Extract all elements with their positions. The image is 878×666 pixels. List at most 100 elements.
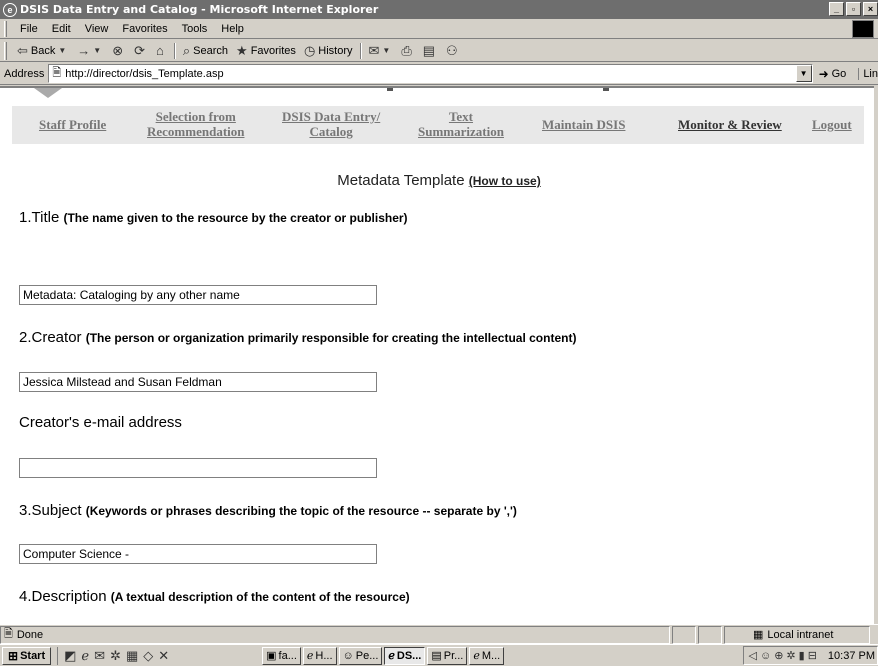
system-tray: ◁ ☺ ⊕ ✲ ▮ ⊟ 10:37 PM xyxy=(743,646,878,665)
menu-favorites[interactable]: Favorites xyxy=(115,23,174,35)
nav-text-summarization[interactable]: Text Summarization xyxy=(418,109,504,139)
menu-view[interactable]: View xyxy=(78,23,116,35)
maximize-button[interactable]: ▫ xyxy=(846,2,861,16)
word-icon: ▣ xyxy=(266,650,277,662)
print-button[interactable]: ⎙ xyxy=(397,43,418,59)
history-icon: ◷ xyxy=(303,42,316,58)
page-icon: 🗎 xyxy=(52,67,62,79)
search-icon: ⌕ xyxy=(182,42,191,58)
nav-selection-from-recommendation[interactable]: Selection from Recommendation xyxy=(147,109,245,139)
go-button[interactable]: ➜ Go xyxy=(819,67,847,81)
minimize-button[interactable]: _ xyxy=(829,2,844,16)
edit-button[interactable]: ▤ xyxy=(419,43,442,59)
subject-input[interactable] xyxy=(19,544,377,564)
app-icon-3[interactable]: ◇ xyxy=(143,648,153,664)
toolbar-grip xyxy=(4,41,7,60)
window-title: DSIS Data Entry and Catalog - Microsoft … xyxy=(20,3,379,16)
mail-button[interactable]: ✉ ▼ xyxy=(365,43,398,59)
close-button[interactable]: × xyxy=(863,2,878,16)
how-to-use-link[interactable]: (How to use) xyxy=(469,174,541,188)
people-icon: ☺ xyxy=(342,649,354,662)
tray-icon-2[interactable]: ⊕ xyxy=(774,649,783,662)
show-desktop-icon[interactable]: ◩ xyxy=(64,648,76,664)
back-arrow-icon: ⇦ xyxy=(17,42,28,58)
app-icon-1[interactable]: ✲ xyxy=(110,648,121,664)
task-pe[interactable]: ☺ Pe... xyxy=(338,646,383,665)
refresh-button[interactable]: ⟳ xyxy=(130,43,152,59)
back-dropdown-icon[interactable]: ▼ xyxy=(58,46,66,55)
nav-logout[interactable]: Logout xyxy=(812,117,852,132)
messenger-button[interactable]: ⚇ xyxy=(442,43,465,59)
ie-icon: e xyxy=(3,2,17,17)
header-mark-1 xyxy=(387,88,393,91)
stop-icon: ⊗ xyxy=(112,42,124,58)
nav-monitor-review[interactable]: Monitor & Review xyxy=(678,117,782,132)
status-bar: 🗎 Done ▦ Local intranet xyxy=(0,624,878,644)
network-icon[interactable]: ⊟ xyxy=(808,649,817,662)
title-field-label: 1.Title (The name given to the resource … xyxy=(19,209,408,226)
address-dropdown-icon[interactable]: ▼ xyxy=(795,65,812,82)
links-button[interactable]: Lin xyxy=(858,67,878,80)
forward-dropdown-icon[interactable]: ▼ xyxy=(93,46,101,55)
task-dsis[interactable]: ℯ DS... xyxy=(384,646,426,665)
back-button[interactable]: ⇦ Back ▼ xyxy=(13,43,73,59)
page-title: Metadata Template (How to use) xyxy=(0,172,878,189)
refresh-icon: ⟳ xyxy=(134,42,146,58)
outlook-icon[interactable]: ✉ xyxy=(94,648,105,664)
menu-tools[interactable]: Tools xyxy=(175,23,215,35)
toolbar-separator xyxy=(173,42,176,59)
favorites-label: Favorites xyxy=(250,44,296,57)
tray-icon-3[interactable]: ✲ xyxy=(786,649,795,662)
app-icon-2[interactable]: ▦ xyxy=(126,648,138,664)
intranet-icon: ▦ xyxy=(753,629,764,641)
page-content: Staff Profile Selection from Recommendati… xyxy=(0,86,878,624)
taskbar: ⊞ Start ◩ ℯ ✉ ✲ ▦ ◇ ✕ ▣ fa... ℯ H... ☺ Pe...… xyxy=(0,644,878,666)
creator-input[interactable] xyxy=(19,372,377,392)
nav-maintain-dsis[interactable]: Maintain DSIS xyxy=(542,117,625,132)
windows-logo-icon xyxy=(852,20,874,38)
address-bar: Address 🗎 http://director/dsis_Template.… xyxy=(0,63,878,85)
home-button[interactable]: ⌂ xyxy=(152,43,171,58)
start-button[interactable]: ⊞ Start xyxy=(2,646,52,665)
site-nav: Staff Profile Selection from Recommendati… xyxy=(12,106,864,144)
title-bar: e DSIS Data Entry and Catalog - Microsof… xyxy=(0,0,878,19)
creator-email-input[interactable] xyxy=(19,458,377,478)
vertical-scrollbar[interactable] xyxy=(874,86,878,624)
stop-button[interactable]: ⊗ xyxy=(108,43,130,59)
menu-file[interactable]: File xyxy=(13,23,45,35)
description-field-label: 4.Description (A textual description of … xyxy=(19,588,410,605)
volume-icon[interactable]: ◁ xyxy=(748,649,756,662)
menu-bar: File Edit View Favorites Tools Help xyxy=(0,19,878,39)
mail-dropdown-icon[interactable]: ▼ xyxy=(382,46,390,55)
header-mark-2 xyxy=(603,88,609,91)
task-word[interactable]: ▣ fa... xyxy=(262,646,301,665)
nav-dsis-data-entry-catalog[interactable]: DSIS Data Entry/Catalog xyxy=(282,109,380,139)
history-button[interactable]: ◷ History xyxy=(300,43,357,59)
menu-edit[interactable]: Edit xyxy=(45,23,78,35)
status-cell-2 xyxy=(698,625,722,644)
search-label: Search xyxy=(193,44,229,57)
messenger-icon: ⚇ xyxy=(446,42,458,58)
tray-icon-1[interactable]: ☺ xyxy=(760,650,771,662)
search-button[interactable]: ⌕ Search xyxy=(179,43,232,59)
zone-text: Local intranet xyxy=(767,628,834,641)
app-icon-4[interactable]: ✕ xyxy=(158,648,169,664)
favorites-icon: ★ xyxy=(236,42,248,58)
forward-arrow-icon: → xyxy=(77,43,91,58)
status-cell-1 xyxy=(672,625,696,644)
address-input[interactable]: 🗎 http://director/dsis_Template.asp ▼ xyxy=(48,64,813,83)
favorites-button[interactable]: ★ Favorites xyxy=(232,43,300,59)
address-label: Address xyxy=(4,67,45,80)
menu-help[interactable]: Help xyxy=(214,23,251,35)
forward-button[interactable]: → ▼ xyxy=(73,43,108,58)
clock: 10:37 PM xyxy=(827,649,875,662)
window-controls: _ ▫ × xyxy=(827,2,878,16)
task-pr[interactable]: ▤ Pr... xyxy=(427,646,468,665)
title-input[interactable] xyxy=(19,285,377,305)
home-icon: ⌂ xyxy=(156,43,164,58)
task-ie-2[interactable]: ℯ M... xyxy=(469,646,505,665)
nav-staff-profile[interactable]: Staff Profile xyxy=(39,117,106,132)
task-ie-1[interactable]: ℯ H... xyxy=(302,646,337,665)
tray-icon-4[interactable]: ▮ xyxy=(799,649,805,662)
ie-quicklaunch-icon[interactable]: ℯ xyxy=(81,648,89,664)
